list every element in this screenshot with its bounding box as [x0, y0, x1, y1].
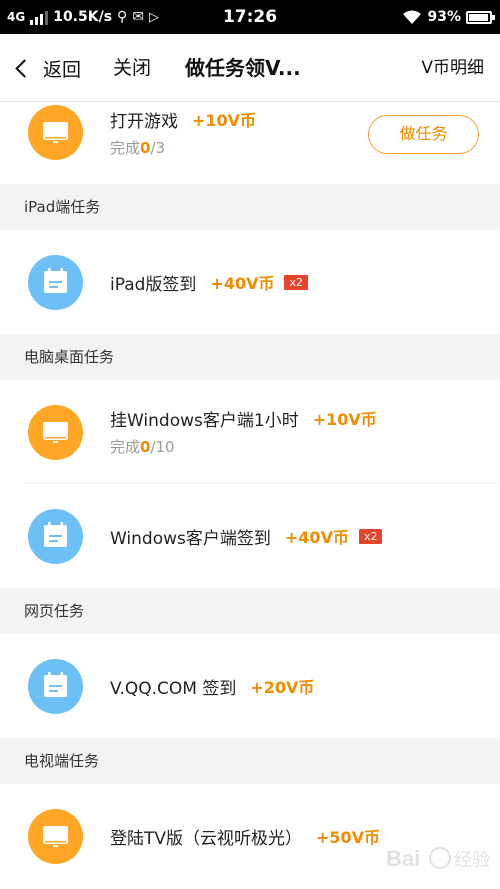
section-title: 网页任务 — [24, 602, 85, 620]
vcoin-details-link[interactable]: V币明细 — [421, 34, 484, 102]
page-title: 做任务领V... — [185, 56, 301, 80]
task-title-text: 挂Windows客户端1小时 — [110, 410, 299, 431]
close-button[interactable]: 关闭 — [113, 34, 151, 102]
section-header-ipad: iPad端任务 — [0, 184, 500, 230]
section-header-tv: 电视端任务 — [0, 738, 500, 784]
task-title-text: iPad版签到 — [110, 274, 197, 295]
progress-done: 0 — [140, 438, 151, 456]
task-row-web-signin[interactable]: V.QQ.COM 签到 +20V币 — [0, 634, 500, 738]
monitor-icon — [28, 405, 83, 460]
battery-percent: 93% — [427, 9, 461, 25]
progress-done: 0 — [140, 139, 151, 157]
task-progress: 完成0/3 — [110, 137, 165, 158]
task-reward: +40V币 — [210, 274, 275, 293]
task-title: 登陆TV版（云视听极光） +50V币 — [110, 824, 381, 849]
task-title: Windows客户端签到 +40V币 x2 — [110, 524, 383, 549]
task-row-windows-signin[interactable]: Windows客户端签到 +40V币 x2 — [0, 484, 500, 588]
monitor-icon — [28, 105, 83, 160]
task-reward: +10V币 — [192, 111, 257, 130]
do-task-button[interactable]: 做任务 — [368, 115, 479, 154]
progress-total: /3 — [150, 139, 166, 157]
task-row-windows-hour[interactable]: 挂Windows客户端1小时 +10V币 完成0/10 — [0, 380, 500, 484]
progress-prefix: 完成 — [110, 139, 141, 157]
calendar-icon — [28, 659, 83, 714]
task-title: V.QQ.COM 签到 +20V币 — [110, 674, 315, 699]
progress-total: /10 — [150, 438, 175, 456]
task-title: iPad版签到 +40V币 x2 — [110, 270, 308, 295]
section-title: 电视端任务 — [24, 752, 100, 770]
status-bar: 4G 10.5K/s ⚲ ✉ ▷ 17:26 93% — [0, 0, 500, 34]
task-title: 挂Windows客户端1小时 +10V币 — [110, 406, 377, 431]
task-title-text: 登陆TV版（云视听极光） — [110, 828, 303, 849]
multiplier-badge: x2 — [358, 528, 383, 544]
task-title-text: 打开游戏 — [110, 111, 178, 132]
calendar-icon — [28, 255, 83, 310]
back-button[interactable]: 返回 — [15, 34, 82, 102]
task-row-ipad-signin[interactable]: iPad版签到 +40V币 x2 — [0, 230, 500, 334]
task-reward: +50V币 — [316, 828, 381, 847]
chevron-left-icon — [15, 58, 34, 78]
section-header-desktop: 电脑桌面任务 — [0, 334, 500, 380]
task-reward: +20V币 — [250, 678, 315, 697]
task-reward: +10V币 — [312, 410, 377, 429]
status-right: 93% — [402, 0, 495, 34]
section-title: iPad端任务 — [24, 198, 101, 216]
task-title: 打开游戏 +10V币 — [110, 107, 257, 132]
task-progress: 完成0/10 — [110, 436, 175, 457]
task-row-tv-login[interactable]: 登陆TV版（云视听极光） +50V币 — [0, 784, 500, 889]
back-label: 返回 — [43, 58, 82, 81]
task-reward: +40V币 — [284, 528, 349, 547]
wifi-icon — [403, 10, 422, 24]
task-row-open-game[interactable]: 打开游戏 +10V币 完成0/3 做任务 — [0, 102, 500, 184]
task-title-text: V.QQ.COM 签到 — [110, 678, 237, 699]
nav-bar: 返回 关闭 做任务领V... V币明细 — [0, 34, 500, 102]
monitor-icon — [28, 809, 83, 864]
multiplier-badge: x2 — [284, 274, 308, 290]
progress-prefix: 完成 — [110, 438, 141, 456]
battery-icon — [466, 10, 495, 24]
section-title: 电脑桌面任务 — [24, 348, 115, 366]
calendar-icon — [28, 509, 83, 564]
task-title-text: Windows客户端签到 — [110, 528, 271, 549]
section-header-web: 网页任务 — [0, 588, 500, 634]
